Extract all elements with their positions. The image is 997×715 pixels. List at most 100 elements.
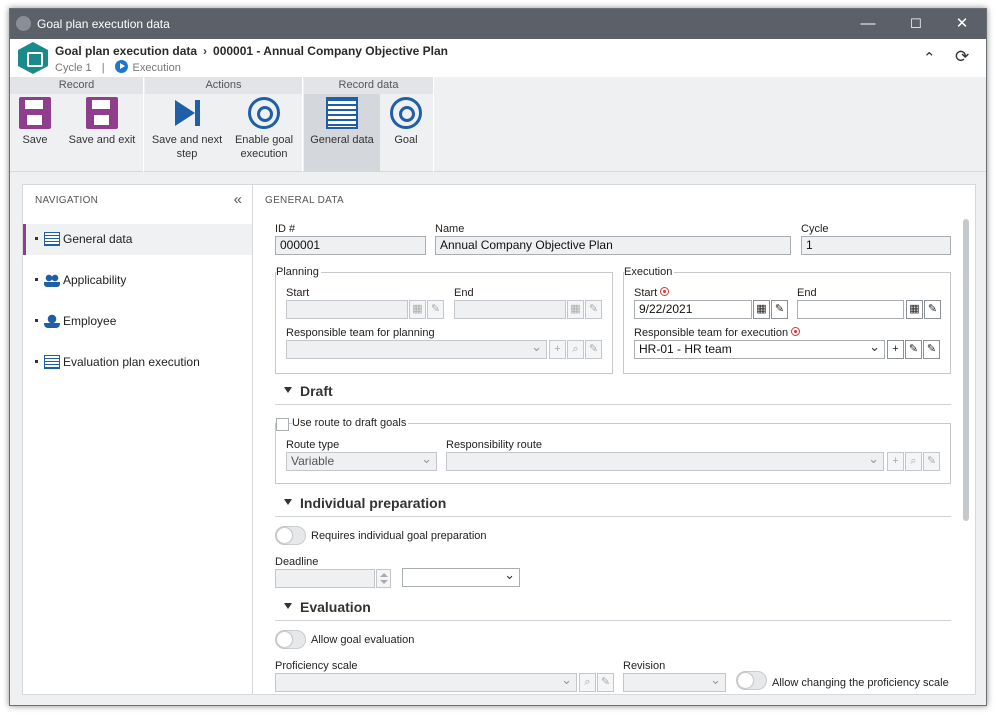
edit-icon[interactable]: ✎ xyxy=(905,340,922,359)
clear-icon[interactable]: ✎ xyxy=(923,340,940,359)
collapse-navigation-icon[interactable]: « xyxy=(234,191,242,208)
clear-icon: ✎ xyxy=(427,300,444,319)
general-data-icon xyxy=(326,97,358,129)
draft-fieldset: Use route to draft goals Route type Vari… xyxy=(275,417,951,484)
nav-item-employee[interactable]: Employee xyxy=(23,306,255,337)
cycle-field[interactable]: 1 xyxy=(801,236,951,255)
save-and-exit-label: Save and exit xyxy=(68,134,136,146)
planning-team-label: Responsible team for planning xyxy=(286,327,435,339)
use-route-label: Use route to draft goals xyxy=(292,417,409,429)
name-label: Name xyxy=(435,223,465,235)
minimize-button[interactable]: — xyxy=(848,13,888,35)
execution-fieldset: Execution Start 9/22/2021 ▦ ✎ End ▦ ✎ Re… xyxy=(623,266,951,374)
add-icon: + xyxy=(887,452,904,471)
calendar-icon[interactable]: ▦ xyxy=(906,300,923,319)
requires-individual-preparation-label: Requires individual goal preparation xyxy=(311,530,487,542)
id-field[interactable]: 000001 xyxy=(275,236,426,255)
breadcrumb: Goal plan execution data › 000001 - Annual… xyxy=(55,44,448,58)
nav-item-label: Applicability xyxy=(63,273,127,287)
maximize-button[interactable]: ☐ xyxy=(896,13,936,35)
allow-changing-scale-toggle[interactable] xyxy=(736,671,767,690)
clear-icon[interactable]: ✎ xyxy=(924,300,941,319)
name-field[interactable]: Annual Company Objective Plan xyxy=(435,236,791,255)
collapse-triangle-icon xyxy=(284,603,292,609)
draft-section-header[interactable]: Draft xyxy=(275,383,951,405)
planning-end-field xyxy=(454,300,566,319)
responsibility-route-label: Responsibility route xyxy=(446,439,542,451)
evaluation-title: Evaluation xyxy=(300,599,371,615)
breadcrumb-root[interactable]: Goal plan execution data xyxy=(55,44,197,58)
clear-icon: ✎ xyxy=(585,300,602,319)
add-icon[interactable]: + xyxy=(887,340,904,359)
ribbon-group-record-data: Record data General data Goal xyxy=(304,77,434,172)
save-and-next-step-button[interactable]: Save and next step xyxy=(149,97,225,161)
required-icon xyxy=(660,287,670,296)
id-label: ID # xyxy=(275,223,296,235)
close-button[interactable]: ✕ xyxy=(942,13,982,35)
allow-changing-scale-label: Allow changing the proficiency scale xyxy=(772,677,949,689)
nav-item-label: General data xyxy=(63,232,133,246)
nav-item-evaluation-plan-execution[interactable]: Evaluation plan execution xyxy=(23,347,255,378)
evaluation-icon xyxy=(44,355,60,369)
window-title: Goal plan execution data xyxy=(37,17,170,31)
ribbon-group-record: Record Save Save and exit xyxy=(10,77,144,172)
deadline-label: Deadline xyxy=(275,556,319,568)
general-data-button[interactable]: General data xyxy=(304,94,380,172)
revision-label: Revision xyxy=(623,660,666,672)
general-data-panel: GENERAL DATA ID # 000001 Name Annual Com… xyxy=(252,184,976,695)
nav-item-general-data[interactable]: General data xyxy=(23,224,255,255)
evaluation-section-header[interactable]: Evaluation xyxy=(275,599,951,621)
goal-label: Goal xyxy=(394,134,418,146)
status-label: Execution xyxy=(132,62,181,74)
target-icon xyxy=(248,97,280,129)
planning-end-label: End xyxy=(454,287,474,299)
execution-team-label: Responsible team for execution xyxy=(634,327,801,339)
requires-individual-preparation-toggle[interactable] xyxy=(275,526,306,545)
search-icon: ⌕ xyxy=(579,673,596,692)
ribbon-group-record-title: Record xyxy=(10,77,143,94)
allow-goal-evaluation-toggle[interactable] xyxy=(275,630,306,649)
nav-item-label: Employee xyxy=(63,314,117,328)
use-route-checkbox[interactable] xyxy=(276,418,289,431)
main-window: Goal plan execution data — ☐ ✕ Goal plan… xyxy=(9,8,987,706)
ribbon-group-actions: Actions Save and next step Enable goal e… xyxy=(145,77,303,172)
search-icon: ⌕ xyxy=(905,452,922,471)
save-next-label-line1: Save and next xyxy=(151,134,223,146)
individual-preparation-title: Individual preparation xyxy=(300,495,447,511)
deadline-field xyxy=(275,569,375,588)
save-icon xyxy=(19,97,51,129)
page-header: Goal plan execution data › 000001 - Annual… xyxy=(10,39,986,77)
ribbon-group-record-data-title: Record data xyxy=(304,77,433,94)
list-icon xyxy=(44,232,60,246)
calendar-icon: ▦ xyxy=(567,300,584,319)
allow-goal-evaluation-label: Allow goal evaluation xyxy=(311,634,415,646)
clear-icon[interactable]: ✎ xyxy=(771,300,788,319)
planning-fieldset: Planning Start ▦ ✎ End ▦ ✎ Responsible t… xyxy=(275,266,613,374)
clear-icon: ✎ xyxy=(597,673,614,692)
execution-start-field[interactable]: 9/22/2021 xyxy=(634,300,752,319)
breadcrumb-separator: › xyxy=(203,44,208,58)
record-status-line: Cycle 1 | Execution xyxy=(55,60,181,74)
draft-title: Draft xyxy=(300,383,333,399)
general-data-title: GENERAL DATA xyxy=(265,195,344,206)
nav-item-applicability[interactable]: Applicability xyxy=(23,265,255,296)
planning-start-label: Start xyxy=(286,287,310,299)
individual-preparation-section-header[interactable]: Individual preparation xyxy=(275,495,951,517)
scrollbar[interactable] xyxy=(963,219,969,521)
goal-button[interactable]: Goal xyxy=(384,97,428,147)
save-next-label-line2: step xyxy=(176,148,198,160)
execution-end-field[interactable] xyxy=(797,300,904,319)
collapse-header-icon[interactable]: ⌃ xyxy=(923,49,936,67)
planning-team-select xyxy=(286,338,547,359)
calendar-icon[interactable]: ▦ xyxy=(753,300,770,319)
save-and-exit-button[interactable]: Save and exit xyxy=(64,97,140,147)
goal-plan-icon xyxy=(18,42,48,74)
save-button[interactable]: Save xyxy=(12,97,58,147)
enable-goal-label-line1: Enable goal xyxy=(234,134,294,146)
execution-team-select[interactable]: HR-01 - HR team xyxy=(634,338,885,359)
planning-legend: Planning xyxy=(276,266,321,278)
deadline-unit-select[interactable] xyxy=(402,566,520,587)
enable-goal-execution-button[interactable]: Enable goal execution xyxy=(229,97,299,161)
proficiency-scale-select xyxy=(275,671,577,692)
refresh-icon[interactable]: ⟳ xyxy=(955,47,969,67)
